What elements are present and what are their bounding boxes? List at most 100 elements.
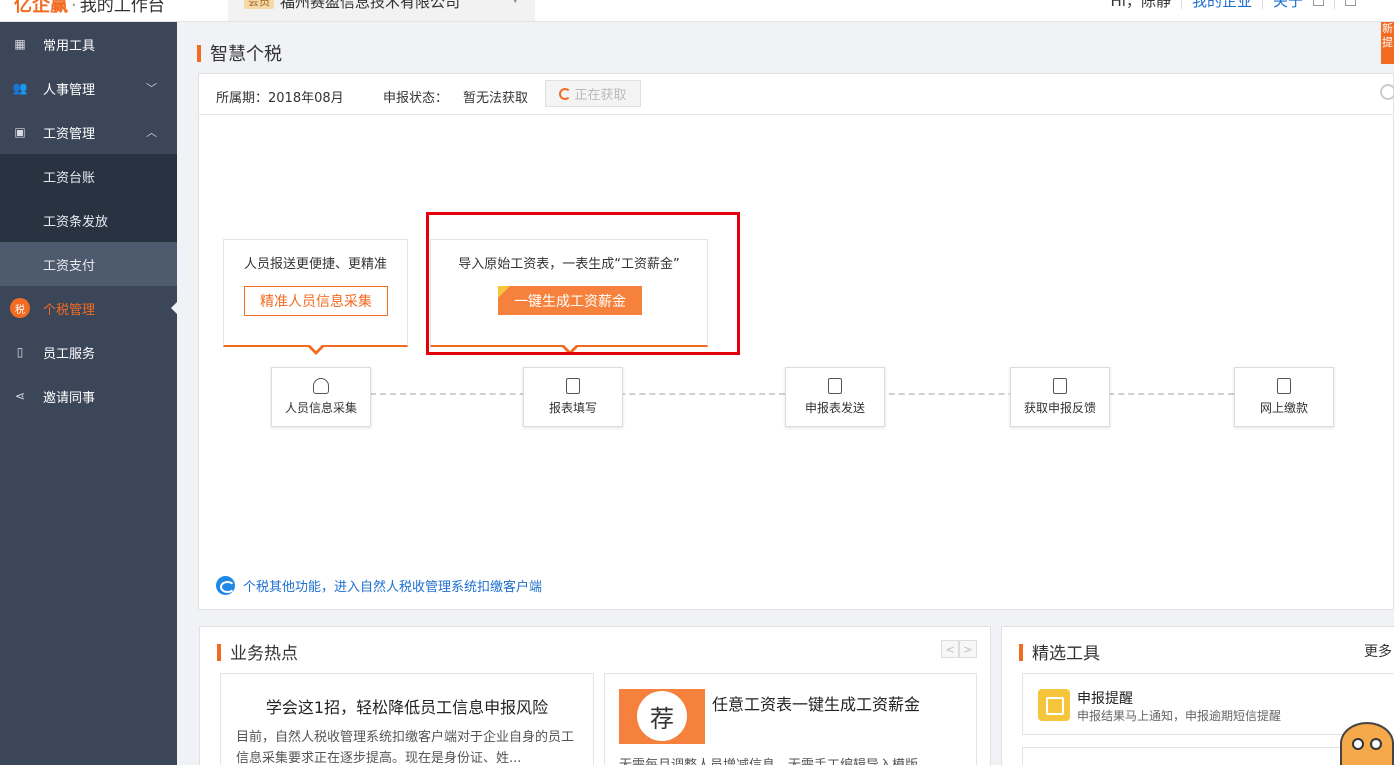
side-tag[interactable]: 新提 (1381, 22, 1394, 64)
step-report-fill[interactable]: 报表填写 (523, 367, 623, 427)
next-button[interactable]: > (959, 640, 977, 658)
workspace-title: 我的工作台 (79, 0, 165, 16)
recommend-icon: 荐 (637, 691, 687, 741)
callout-personnel: 人员报送更便捷、更精准 精准人员信息采集 (223, 239, 408, 355)
top-right-menu: Hi，陈静 我的企业 关于 (1111, 0, 1356, 11)
sidebar-item-employee-service[interactable]: ▯ 员工服务 (0, 330, 177, 374)
sidebar-item-label: 邀请同事 (43, 390, 96, 406)
step-label: 人员信息采集 (284, 401, 357, 415)
callout-text: 人员报送更便捷、更精准 (243, 257, 387, 272)
step-label: 获取申报反馈 (1023, 401, 1096, 415)
other-functions-link[interactable]: 个税其他功能，进入自然人税收管理系统扣缴客户端 (216, 576, 542, 595)
news-thumbnail: 荐 (619, 689, 705, 744)
title-accent-bar (1019, 644, 1023, 661)
news-card[interactable]: 学会这1招，轻松降低员工信息申报风险 目前，自然人税收管理系统扣缴客户端对于企业… (220, 673, 594, 765)
client-icon (216, 576, 235, 595)
step-feedback[interactable]: 获取申报反馈 (1010, 367, 1110, 427)
fetching-button[interactable]: 正在获取 (545, 80, 641, 107)
tool-title: 申报提醒 (1077, 691, 1133, 707)
fetching-button-label: 正在获取 (574, 88, 627, 103)
wallet-icon: ▣ (14, 125, 26, 139)
sidebar-item-salary-ledger[interactable]: 工资台账 (0, 154, 177, 198)
logo-text: 亿企赢 (14, 0, 68, 16)
payment-icon (1277, 378, 1291, 394)
chevron-down-icon: ﹀ (146, 82, 157, 95)
more-link[interactable]: 更多 (1364, 641, 1392, 661)
step-label: 网上缴款 (1259, 401, 1308, 415)
reminder-icon (1038, 689, 1070, 721)
hot-topics-title-text: 业务热点 (230, 644, 298, 664)
person-icon (313, 378, 329, 394)
my-company-link[interactable]: 我的企业 (1192, 0, 1252, 11)
divider (1180, 0, 1182, 9)
company-selector[interactable]: 会员 福州赛盈信息技术有限公司 ▼ (228, 0, 535, 21)
divider (1261, 0, 1263, 9)
status-value: 暂无法获取 (463, 91, 529, 106)
highlight-box (426, 212, 740, 355)
top-bar: 亿企赢·我的工作台 会员 福州赛盈信息技术有限公司 ▼ Hi，陈静 我的企业 关… (0, 0, 1394, 22)
member-badge: 会员 (244, 0, 274, 9)
tax-icon: 税 (10, 298, 30, 318)
other-functions-text: 个税其他功能，进入自然人税收管理系统扣缴客户端 (243, 580, 543, 595)
sidebar-item-label: 工资条发放 (43, 214, 109, 230)
sidebar-item-tools[interactable]: ▦ 常用工具 (0, 22, 177, 66)
sidebar-item-label: 人事管理 (43, 82, 96, 98)
share-icon: ⋖ (14, 389, 26, 403)
sidebar-item-label: 员工服务 (43, 346, 96, 362)
logo[interactable]: 亿企赢 · 我的工作台 (14, 0, 165, 17)
refresh-icon (559, 87, 572, 100)
tool-card[interactable]: 申报提醒 申报结果马上通知，申报逾期短信提醒 (1022, 673, 1394, 735)
sidebar-item-payslip[interactable]: 工资条发放 (0, 198, 177, 242)
hot-pager: < > (941, 640, 977, 658)
tools-title: 精选工具 (1019, 639, 1100, 664)
step-personnel[interactable]: 人员信息采集 (271, 367, 371, 427)
sidebar-item-tax[interactable]: 税 个税管理 (0, 286, 177, 330)
mascot-icon[interactable] (1340, 722, 1394, 765)
about-link[interactable]: 关于 (1273, 0, 1303, 11)
step-send[interactable]: 申报表发送 (785, 367, 885, 427)
phone-icon: ▯ (16, 345, 24, 359)
status-label: 申报状态： (383, 91, 449, 106)
news-desc: 无需每月调整人员增减信息，无需手工编辑导入模版 (619, 754, 918, 765)
dashboard-icon: ▦ (14, 37, 26, 51)
window-icon[interactable] (1345, 0, 1356, 6)
message-icon[interactable] (1313, 0, 1324, 6)
personnel-collect-button[interactable]: 精准人员信息采集 (244, 286, 388, 316)
callout-arrow (307, 344, 325, 355)
hot-topics-title: 业务热点 (217, 639, 298, 664)
sidebar-item-label: 工资管理 (43, 126, 96, 142)
company-name: 福州赛盈信息技术有限公司 (280, 0, 461, 11)
sidebar-item-salary-payment[interactable]: 工资支付 (0, 242, 177, 286)
sidebar-item-label: 工资支付 (43, 258, 96, 274)
chevron-down-icon: ▼ (511, 0, 519, 5)
sidebar-item-invite[interactable]: ⋖ 邀请同事 (0, 374, 177, 418)
sidebar-item-label: 个税管理 (43, 302, 96, 318)
period-text: 所属期：2018年08月 (216, 91, 344, 106)
news-card[interactable]: 荐 任意工资表一键生成工资薪金 无需每月调整人员增减信息，无需手工编辑导入模版 (604, 673, 977, 765)
download-form-icon (1053, 378, 1067, 394)
tool-card[interactable] (1022, 747, 1394, 765)
sidebar-item-hr[interactable]: 👥 人事管理 ﹀ (0, 66, 177, 110)
title-accent-bar (197, 45, 201, 62)
chevron-up-icon: ︿ (146, 126, 157, 139)
gear-icon[interactable] (1380, 84, 1394, 100)
page-title: 智慧个税 (197, 40, 282, 66)
tool-desc: 申报结果马上通知，申报逾期短信提醒 (1077, 709, 1282, 723)
sidebar-item-label: 工资台账 (43, 170, 96, 186)
step-payment[interactable]: 网上缴款 (1234, 367, 1334, 427)
form-icon (566, 378, 580, 394)
tools-panel: 精选工具 更多 申报提醒 申报结果马上通知，申报逾期短信提醒 (1001, 626, 1394, 765)
send-form-icon (828, 378, 842, 394)
tools-title-text: 精选工具 (1032, 644, 1100, 664)
info-row: 所属期：2018年08月 申报状态： 暂无法获取 正在获取 (199, 74, 1394, 115)
news-title: 学会这1招，轻松降低员工信息申报风险 (265, 698, 549, 717)
divider (1334, 0, 1335, 9)
page-title-text: 智慧个税 (210, 44, 282, 65)
sidebar-item-label: 常用工具 (43, 38, 96, 54)
step-label: 申报表发送 (804, 401, 865, 415)
hot-topics-panel: 业务热点 < > 学会这1招，轻松降低员工信息申报风险 目前，自然人税收管理系统… (199, 626, 991, 765)
sidebar: ▦ 常用工具 👥 人事管理 ﹀ ▣ 工资管理 ︿ 工资台账 工资条发放 工资支付… (0, 22, 177, 765)
prev-button[interactable]: < (941, 640, 959, 658)
user-menu[interactable]: Hi，陈静 (1111, 0, 1171, 11)
sidebar-item-salary[interactable]: ▣ 工资管理 ︿ (0, 110, 177, 154)
